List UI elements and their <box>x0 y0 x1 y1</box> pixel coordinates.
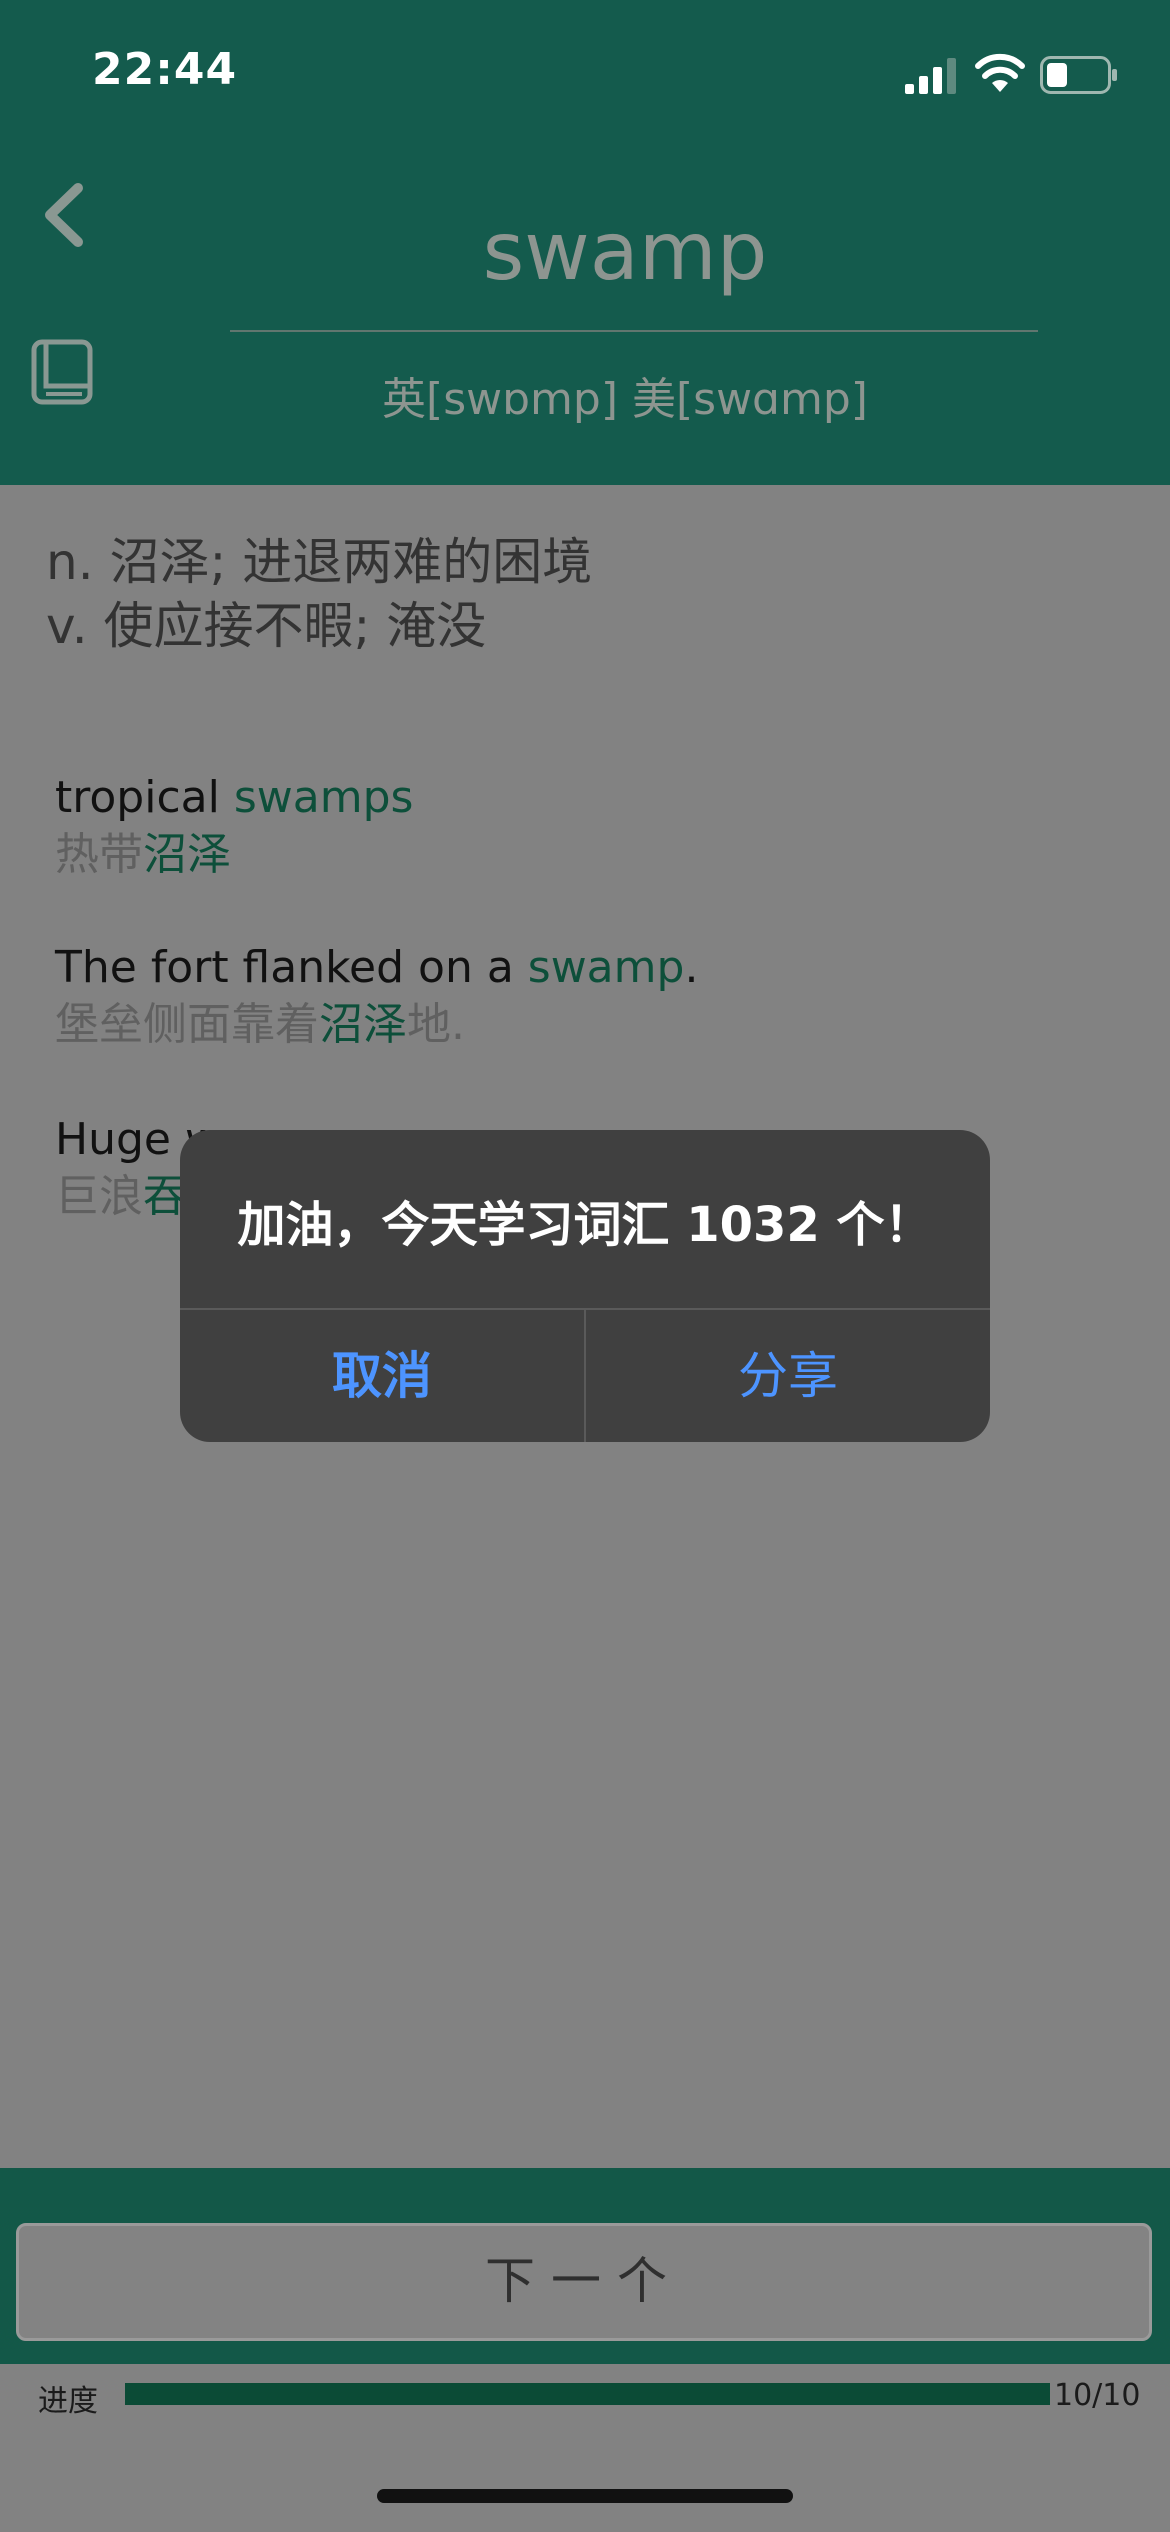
example-english: tropical swamps <box>55 772 414 823</box>
wordbook-icon[interactable] <box>30 338 95 408</box>
progress-bar <box>125 2383 1050 2405</box>
status-time: 22:44 <box>92 44 238 95</box>
definition-verb: v. 使应接不暇; 淹没 <box>46 597 487 655</box>
next-button[interactable]: 下一个 <box>16 2223 1152 2341</box>
word-title: swamp <box>482 205 768 298</box>
definitions: n. 沼泽; 进退两难的困境 v. 使应接不暇; 淹没 <box>46 530 592 658</box>
home-indicator <box>377 2489 793 2503</box>
title-divider <box>230 330 1038 332</box>
battery-icon <box>1040 56 1117 94</box>
example-english: The fort flanked on a swamp. <box>55 942 699 993</box>
cellular-signal-icon <box>905 58 956 94</box>
cancel-button[interactable]: 取消 <box>180 1310 584 1442</box>
example-item: tropical swamps 热带沼泽 <box>55 770 413 884</box>
alert-message: 加油，今天学习词汇 1032 个！ <box>237 1197 933 1253</box>
definition-noun: n. 沼泽; 进退两难的困境 <box>46 533 593 591</box>
phonetic-text: 英[swɒmp] 美[swɑmp] <box>382 374 868 425</box>
back-chevron-icon[interactable] <box>40 180 90 250</box>
example-item: The fort flanked on a swamp. 堡垒侧面靠着沼泽地. <box>55 940 698 1054</box>
wifi-icon <box>975 53 1025 92</box>
share-button[interactable]: 分享 <box>586 1310 990 1442</box>
example-chinese: 热带沼泽 <box>55 829 231 880</box>
progress-fill <box>125 2383 1050 2405</box>
alert-dialog: 加油，今天学习词汇 1032 个！ 取消 分享 <box>180 1130 990 1442</box>
progress-label: 进度 <box>38 2384 98 2419</box>
progress-count: 10/10 <box>1054 2378 1141 2413</box>
example-chinese: 堡垒侧面靠着沼泽地. <box>55 999 465 1050</box>
